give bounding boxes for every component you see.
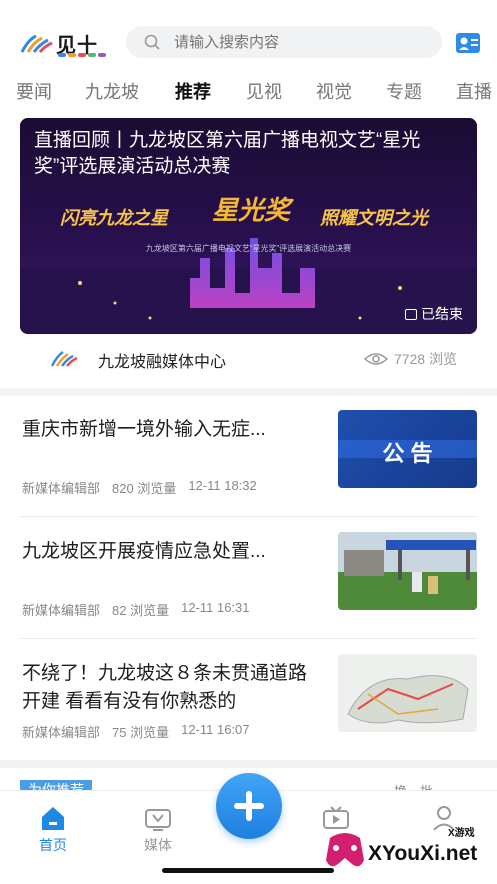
home-icon: [42, 807, 64, 830]
news-meta: 新媒体编辑部 820 浏览量 12-11 18:32: [22, 478, 257, 497]
badge-label: 已结束: [421, 306, 463, 322]
hero-star-logo: 星光奖: [212, 195, 291, 225]
watermark-small-text: X游戏: [448, 828, 475, 839]
news-author: 新媒体编辑部: [22, 481, 101, 496]
hero-slogan-right: 照耀文明之光: [320, 208, 428, 228]
search-icon: [144, 34, 160, 50]
road-map-image: [347, 675, 469, 724]
plus-icon-vertical: [246, 791, 252, 821]
news-title: 九龙坡区开展疫情应急处置...: [22, 541, 266, 562]
news-views: 820 浏览量: [112, 481, 177, 496]
news-author: 新媒体编辑部: [22, 603, 101, 618]
watermark-text: XYouXi.net: [368, 842, 478, 865]
view-count: 7728 浏览: [363, 349, 457, 369]
tab-topics[interactable]: 专题: [386, 78, 422, 104]
section-divider: [0, 760, 497, 768]
home-indicator: [162, 868, 334, 873]
section-divider: [0, 388, 497, 396]
eye-icon: [363, 353, 388, 365]
nav-media[interactable]: 媒体: [128, 803, 188, 855]
nav-label: 首页: [39, 837, 67, 853]
outdoor-scene-photo: [338, 532, 477, 610]
news-thumbnail: [338, 654, 477, 732]
thumb-text: 公 告: [382, 441, 433, 466]
news-title: 重庆市新增一境外输入无症...: [22, 419, 266, 440]
news-time: 12-11 16:07: [181, 722, 250, 737]
news-thumbnail: [338, 532, 477, 610]
search-input[interactable]: [172, 32, 416, 52]
news-thumbnail: 公 告: [338, 410, 477, 488]
news-views: 75 浏览量: [112, 725, 170, 740]
app-logo[interactable]: 见十: [20, 26, 108, 60]
tab-visual[interactable]: 视觉: [316, 78, 352, 104]
news-author: 新媒体编辑部: [22, 725, 101, 740]
live-ended-badge: 已结束: [405, 304, 463, 324]
view-count-label: 7728 浏览: [393, 351, 457, 367]
news-title: 不绕了！九龙坡这８条未贯通道路开建 看看有没有你熟悉的: [22, 663, 308, 712]
tab-recommend[interactable]: 推荐: [175, 78, 211, 104]
tab-jiulongpo[interactable]: 九龙坡: [85, 78, 139, 104]
search-bar[interactable]: [126, 26, 442, 58]
logo-dots: [58, 53, 106, 57]
news-item[interactable]: 重庆市新增一境外输入无症... 新媒体编辑部 820 浏览量 12-11 18:…: [20, 404, 477, 504]
news-time: 12-11 16:31: [181, 600, 250, 615]
hero-source-row: 九龙坡融媒体中心 7728 浏览: [20, 340, 477, 376]
row-divider: [20, 516, 477, 517]
logo-icon: [20, 34, 53, 53]
news-meta: 新媒体编辑部 75 浏览量 12-11 16:07: [22, 722, 250, 741]
hero-subtitle: 九龙坡区第六届广播电视文艺“星光奖”评选展演活动总决赛: [145, 244, 352, 253]
publish-plus-button[interactable]: [216, 773, 282, 839]
tab-jianshi[interactable]: 见视: [246, 78, 282, 104]
user-card-icon[interactable]: [454, 29, 482, 57]
row-divider: [20, 638, 477, 639]
top-bar: 见十: [0, 18, 497, 66]
hero-banner[interactable]: 直播回顾丨九龙坡区第六届广播电视文艺“星光奖”评选展演活动总决赛 闪亮九龙之星 …: [20, 118, 477, 334]
news-item[interactable]: 九龙坡区开展疫情应急处置... 新媒体编辑部 82 浏览量 12-11 16:3…: [20, 526, 477, 626]
news-views: 82 浏览量: [112, 603, 170, 618]
news-time: 12-11 18:32: [188, 478, 257, 493]
tab-headlines[interactable]: 要闻: [16, 78, 52, 104]
source-name[interactable]: 九龙坡融媒体中心: [98, 348, 226, 372]
hero-title: 直播回顾丨九龙坡区第六届广播电视文艺“星光奖”评选展演活动总决赛: [34, 130, 421, 177]
news-meta: 新媒体编辑部 82 浏览量 12-11 16:31: [22, 600, 250, 619]
source-logo-icon: [50, 350, 78, 367]
tv-icon: [145, 809, 171, 831]
tv-icon: [405, 308, 417, 320]
news-item[interactable]: 不绕了！九龙坡这８条未贯通道路开建 看看有没有你熟悉的 新媒体编辑部 75 浏览…: [20, 648, 477, 748]
nav-label: 媒体: [144, 837, 172, 853]
site-watermark: X游戏 XYouXi.net: [318, 822, 490, 872]
tab-live[interactable]: 直播: [456, 78, 492, 104]
nav-home[interactable]: 首页: [23, 803, 83, 855]
category-tabs: 要闻 九龙坡 推荐 见视 视觉 专题 直播: [0, 74, 497, 108]
hero-slogan-left: 闪亮九龙之星: [60, 208, 168, 228]
